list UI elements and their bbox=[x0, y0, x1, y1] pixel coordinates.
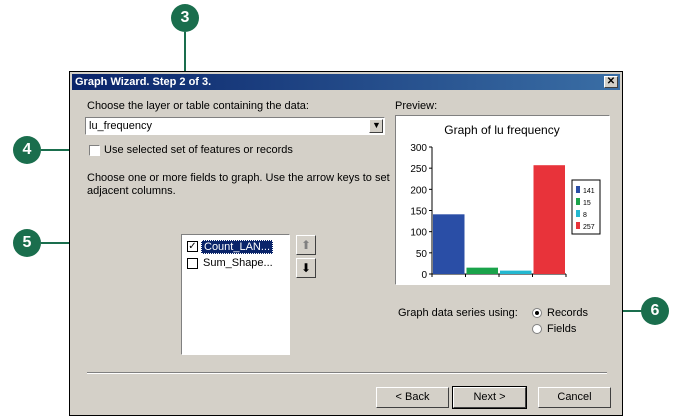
fields-instructions: Choose one or more fields to graph. Use … bbox=[87, 172, 390, 197]
bar-141 bbox=[433, 214, 465, 274]
preview-panel: Graph of lu frequency 0 50 100 150 200 250 300 1… bbox=[395, 115, 610, 285]
preview-label: Preview: bbox=[395, 100, 438, 112]
title-bar: Graph Wizard. Step 2 of 3. ✕ bbox=[72, 74, 620, 90]
y-tick-label: 250 bbox=[410, 164, 427, 175]
bar-15 bbox=[466, 267, 498, 274]
chevron-down-icon: ▼ bbox=[372, 120, 381, 130]
chart-title: Graph of lu frequency bbox=[444, 123, 559, 137]
y-tick-label: 50 bbox=[416, 249, 428, 260]
bar-257 bbox=[533, 165, 565, 274]
dialog-title: Graph Wizard. Step 2 of 3. bbox=[75, 76, 212, 88]
layer-dropdown[interactable]: lu_frequency ▼ bbox=[85, 117, 385, 135]
use-selected-checkbox[interactable] bbox=[89, 145, 100, 156]
records-label: Records bbox=[547, 307, 588, 319]
arrow-down-icon: ⬇ bbox=[301, 261, 312, 275]
separator bbox=[87, 372, 607, 374]
preview-chart: Graph of lu frequency 0 50 100 150 200 250 300 1… bbox=[410, 123, 601, 281]
field-label-count[interactable]: Count_LAN... bbox=[201, 240, 274, 254]
dropdown-arrow-button[interactable]: ▼ bbox=[369, 119, 383, 133]
y-tick-label: 100 bbox=[410, 228, 427, 239]
radio-selected-dot bbox=[535, 311, 539, 315]
back-button[interactable]: < Back bbox=[376, 387, 449, 408]
legend-swatch bbox=[576, 186, 580, 193]
legend-label: 8 bbox=[583, 212, 587, 219]
bar-8 bbox=[500, 270, 532, 274]
y-tick-label: 0 bbox=[421, 270, 427, 281]
graph-wizard-dialog: Graph Wizard. Step 2 of 3. ✕ Choose the … bbox=[69, 71, 623, 416]
layer-dropdown-value: lu_frequency bbox=[89, 120, 152, 132]
fields-list[interactable]: ✓ Count_LAN... Sum_Shape... bbox=[181, 234, 290, 355]
fields-radio[interactable] bbox=[532, 324, 542, 334]
legend-swatch bbox=[576, 210, 580, 217]
legend-label: 257 bbox=[583, 224, 595, 231]
callout-3: 3 bbox=[171, 4, 199, 32]
y-tick-label: 200 bbox=[410, 185, 427, 196]
field-label-sum-shape[interactable]: Sum_Shape... bbox=[203, 257, 273, 269]
y-tick-label: 300 bbox=[410, 143, 427, 154]
cancel-button[interactable]: Cancel bbox=[538, 387, 611, 408]
legend-swatch bbox=[576, 222, 580, 229]
use-selected-label: Use selected set of features or records bbox=[104, 144, 293, 156]
legend-label: 141 bbox=[583, 188, 595, 195]
layer-label: Choose the layer or table containing the… bbox=[87, 100, 309, 112]
field-checkbox-count[interactable]: ✓ bbox=[187, 241, 198, 252]
next-button[interactable]: Next > bbox=[452, 386, 527, 409]
legend-swatch bbox=[576, 198, 580, 205]
callout-4: 4 bbox=[13, 136, 41, 164]
y-tick-label: 150 bbox=[410, 207, 427, 218]
move-down-button[interactable]: ⬇ bbox=[296, 258, 316, 278]
arrow-up-icon: ⬆ bbox=[301, 238, 312, 252]
fields-label: Fields bbox=[547, 323, 577, 335]
records-radio[interactable] bbox=[532, 308, 542, 318]
move-up-button[interactable]: ⬆ bbox=[296, 235, 316, 255]
callout-5: 5 bbox=[13, 229, 41, 257]
callout-6: 6 bbox=[641, 297, 669, 325]
series-label: Graph data series using: bbox=[398, 307, 518, 319]
field-checkbox-sum-shape[interactable] bbox=[187, 258, 198, 269]
close-button[interactable]: ✕ bbox=[604, 76, 618, 88]
legend-label: 15 bbox=[583, 200, 591, 207]
